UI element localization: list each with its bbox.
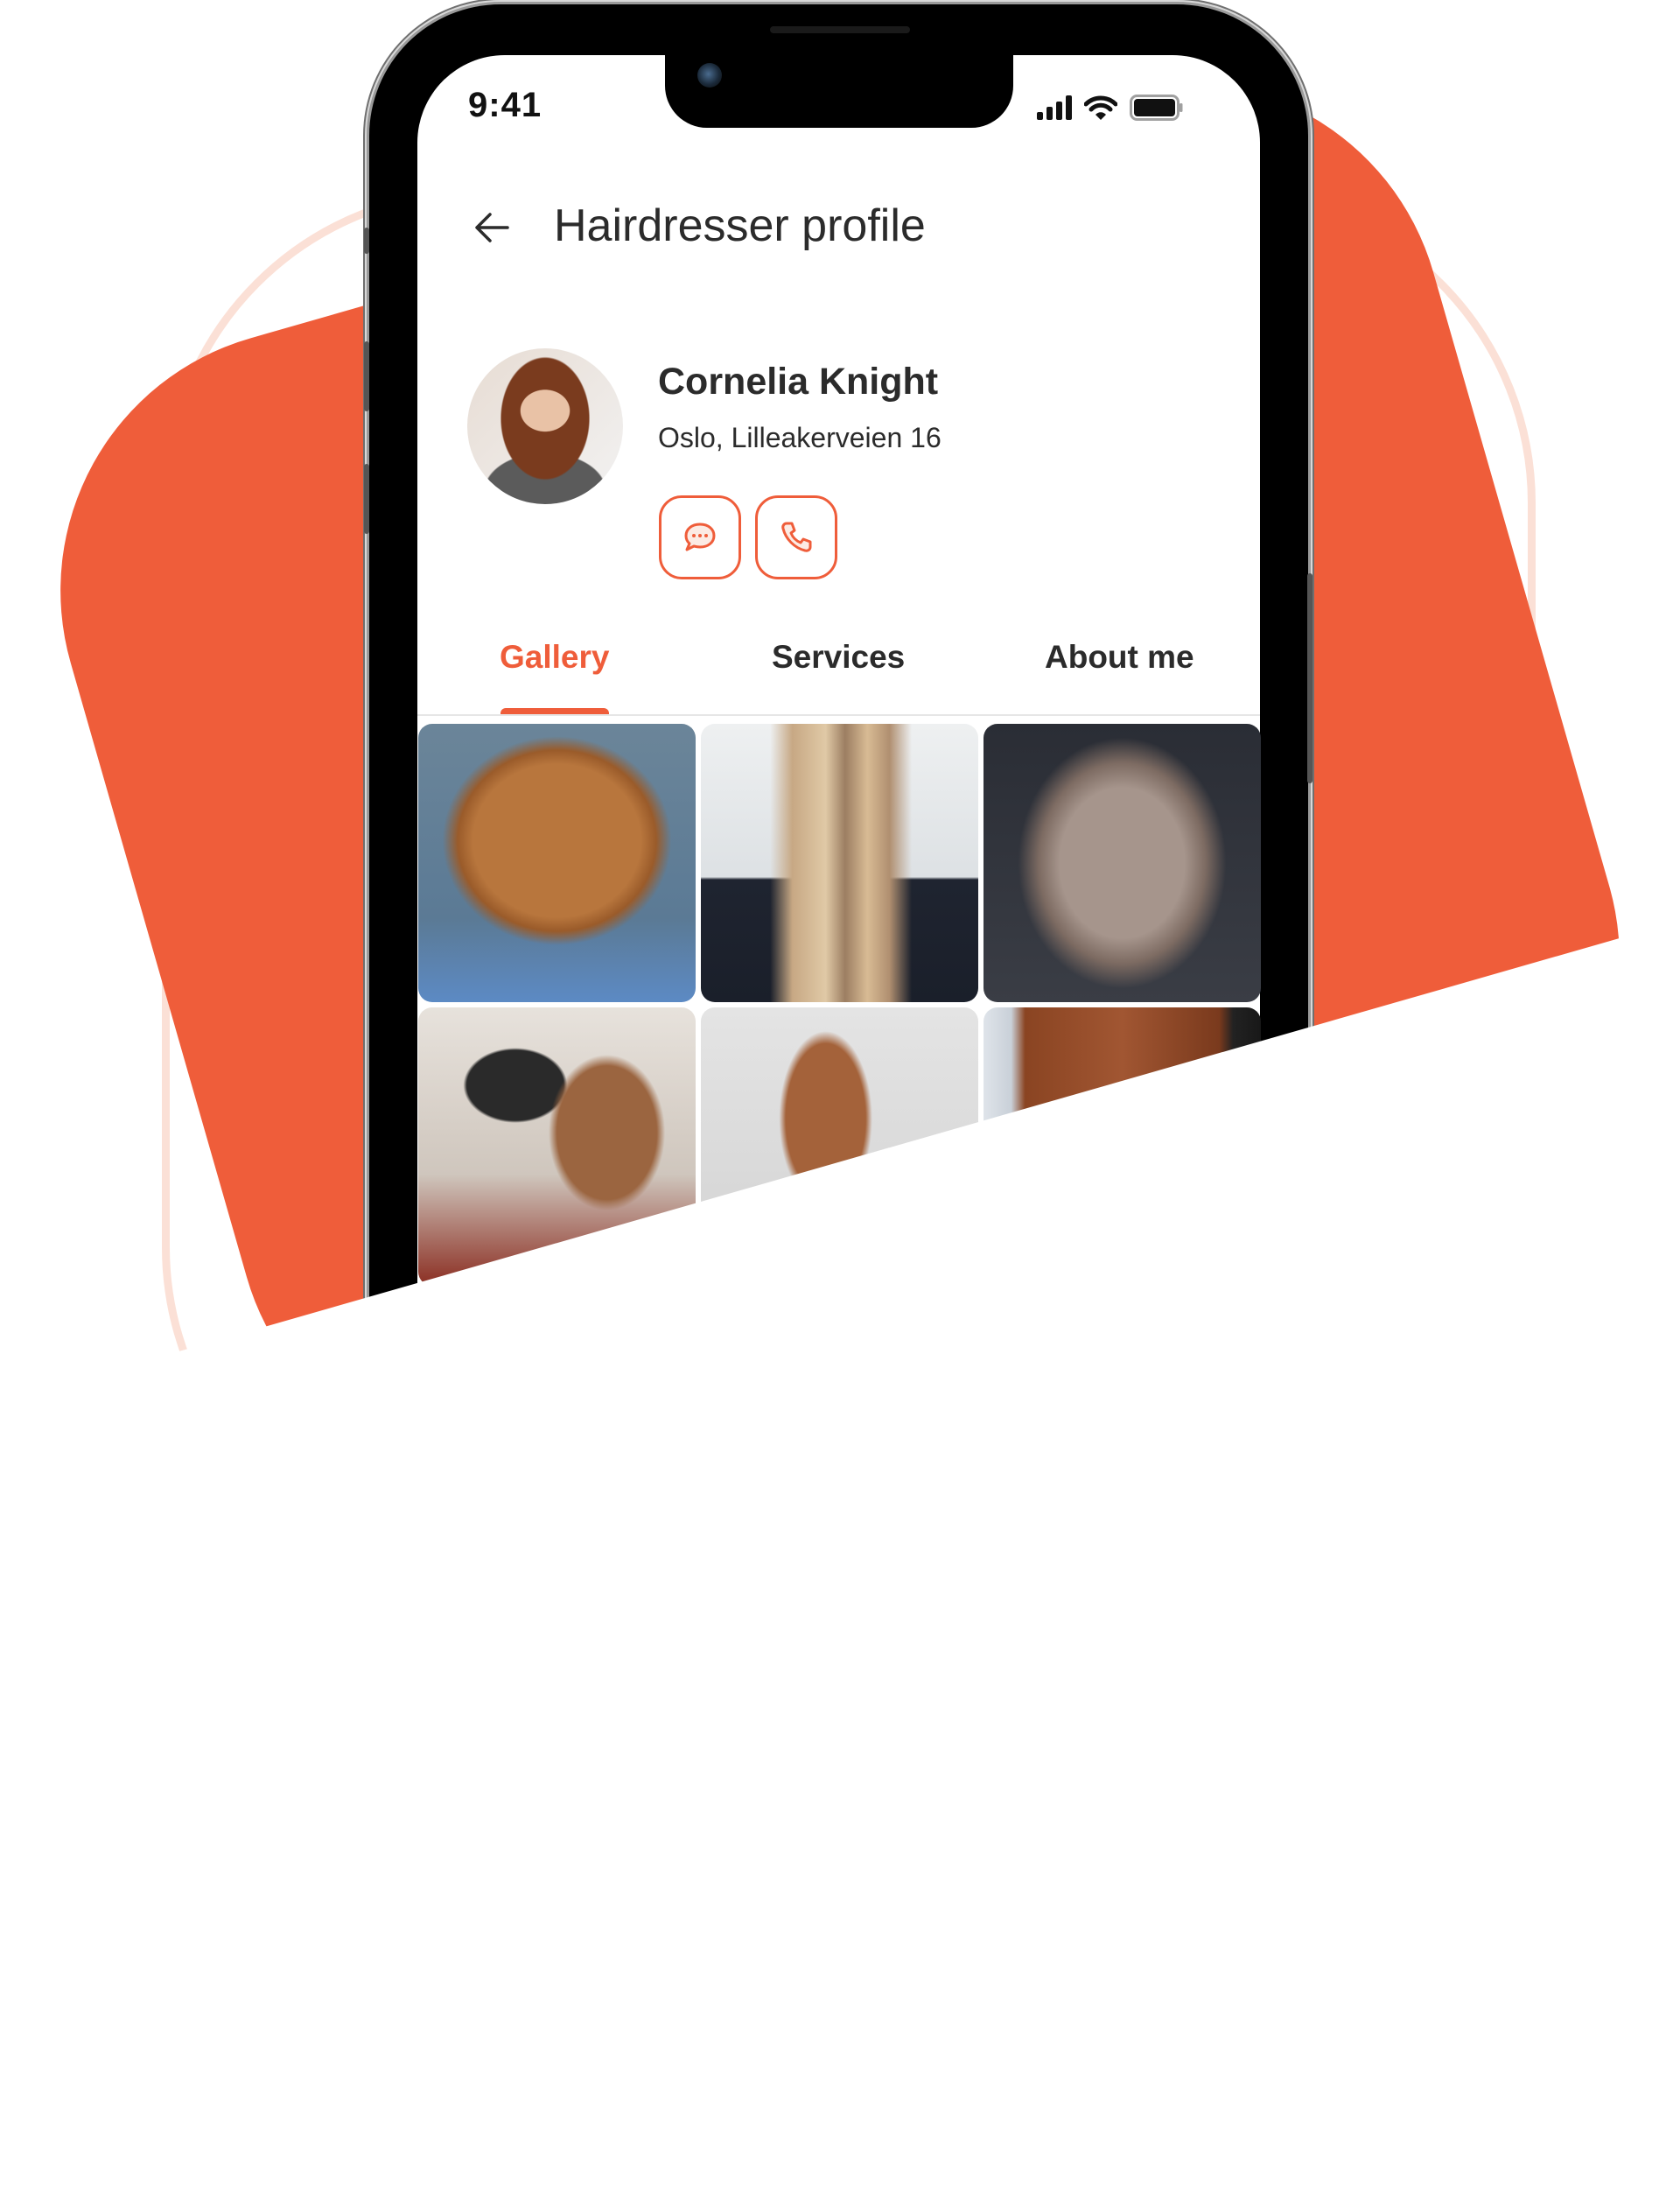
phone-icon — [781, 522, 812, 552]
volume-down-button — [364, 464, 369, 534]
tab-gallery[interactable]: Gallery — [500, 639, 609, 676]
tab-divider — [417, 714, 1260, 716]
gallery-image[interactable] — [418, 724, 696, 1002]
gallery-image[interactable] — [984, 724, 1261, 1002]
gallery-image[interactable] — [701, 724, 978, 1002]
profile-name: Cornelia Knight — [658, 361, 939, 403]
profile-address: Oslo, Lilleakerveien 16 — [658, 422, 942, 453]
power-button — [1307, 573, 1312, 783]
battery-icon — [1130, 95, 1183, 121]
notch — [665, 51, 1013, 128]
call-button[interactable] — [755, 495, 837, 579]
chat-bubble-icon — [684, 523, 716, 551]
status-icons — [1037, 95, 1184, 121]
speaker-grille — [770, 26, 910, 33]
cellular-signal-icon — [1037, 95, 1072, 120]
front-camera — [697, 63, 722, 88]
avatar — [467, 348, 623, 504]
message-button[interactable] — [659, 495, 741, 579]
profile-tabs: Gallery Services About me — [417, 639, 1260, 716]
arrow-left-icon[interactable] — [472, 210, 511, 245]
volume-up-button — [364, 341, 369, 411]
page-title: Hairdresser profile — [554, 200, 926, 251]
mute-switch — [364, 228, 369, 254]
tab-about-me[interactable]: About me — [1045, 639, 1194, 676]
wifi-icon — [1084, 95, 1117, 120]
status-time: 9:41 — [468, 86, 542, 124]
tab-services[interactable]: Services — [772, 639, 905, 676]
